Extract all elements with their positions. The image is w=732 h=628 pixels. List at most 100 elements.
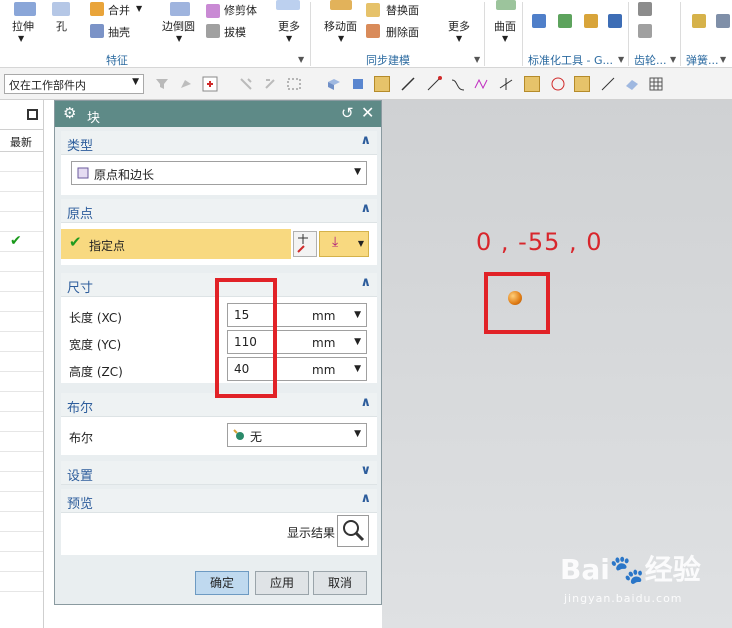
more-sync-dropdown-icon[interactable]: ▼ [456, 34, 462, 43]
existing-point-icon[interactable] [574, 76, 590, 92]
std-part-a-icon[interactable] [532, 14, 546, 28]
more-feature-button[interactable]: 更多 [278, 18, 300, 34]
navigator-row[interactable] [0, 252, 43, 272]
ok-button[interactable]: 确定 [195, 571, 249, 595]
navigator-row[interactable] [0, 532, 43, 552]
chevron-up-icon[interactable]: ∧ [360, 491, 371, 506]
std-part-c-icon[interactable] [584, 14, 598, 28]
filter-icon[interactable] [154, 76, 170, 92]
view-b-icon[interactable] [350, 76, 366, 92]
snap-point-icon[interactable] [202, 76, 218, 92]
hole-button[interactable]: 孔 [56, 18, 67, 34]
navigator-row[interactable] [0, 412, 43, 432]
shell-button[interactable]: 抽壳 [108, 24, 130, 40]
chevron-up-icon[interactable]: ∧ [360, 395, 371, 410]
show-result-button[interactable] [337, 515, 369, 547]
edge-blend-button[interactable]: 边倒圆 [162, 18, 195, 34]
arc-center-icon[interactable] [524, 76, 540, 92]
inferred-point-dropdown[interactable]: ⤓ ▼ [319, 231, 369, 257]
origin-point-marker[interactable] [508, 291, 522, 305]
curve-icon[interactable] [450, 76, 466, 92]
dialog-title-bar[interactable]: ⚙ 块 ↺ ✕ [55, 101, 381, 127]
surface-button[interactable]: 曲面 [494, 18, 516, 34]
gear-tool-icon[interactable] [638, 2, 652, 16]
point-dialog-button[interactable] [293, 231, 317, 257]
reset-icon[interactable]: ↺ [341, 104, 354, 122]
apply-button[interactable]: 应用 [255, 571, 309, 595]
chevron-down-icon[interactable]: ▼ [354, 364, 361, 374]
grid-icon[interactable] [648, 76, 664, 92]
maximize-icon[interactable] [27, 109, 38, 120]
cancel-button[interactable]: 取消 [313, 571, 367, 595]
extrude-button[interactable]: 拉伸 [12, 18, 34, 34]
move-face-button[interactable]: 移动面 [324, 18, 357, 34]
navigator-row[interactable] [0, 292, 43, 312]
navigator-row[interactable] [0, 192, 43, 212]
edge-blend-dropdown-icon[interactable]: ▼ [176, 34, 182, 43]
draft-button[interactable]: 拔模 [224, 24, 246, 40]
point-on-curve-icon[interactable] [600, 76, 616, 92]
close-icon[interactable]: ✕ [361, 103, 374, 122]
spring-tool-icon[interactable] [692, 14, 706, 28]
navigator-row[interactable] [0, 452, 43, 472]
navigator-row[interactable] [0, 352, 43, 372]
type-section-header[interactable]: 类型 ∧ [61, 131, 377, 155]
navigator-row[interactable] [0, 372, 43, 392]
navigator-row[interactable] [0, 472, 43, 492]
navigator-row[interactable] [0, 432, 43, 452]
navigator-row[interactable] [0, 492, 43, 512]
navigator-row[interactable] [0, 572, 43, 592]
view-a-icon[interactable] [326, 76, 342, 92]
chevron-up-icon[interactable]: ∧ [360, 133, 371, 148]
std-part-b-icon[interactable] [558, 14, 572, 28]
move-face-dropdown-icon[interactable]: ▼ [338, 34, 344, 43]
delete-face-button[interactable]: 删除面 [386, 24, 419, 40]
replace-face-button[interactable]: 替换面 [386, 2, 419, 18]
snap-c-icon[interactable] [262, 76, 278, 92]
trim-body-button[interactable]: 修剪体 [224, 2, 257, 18]
settings-section-header[interactable]: 设置 ∨ [61, 461, 377, 485]
navigator-row[interactable]: ✔ [0, 232, 43, 252]
spline-icon[interactable] [474, 76, 490, 92]
intersection-icon[interactable] [498, 76, 514, 92]
graphics-window[interactable]: 0 , -55 , 0 Bai🐾经验 jingyan.baidu.com [382, 100, 732, 628]
group-gear-expand-icon[interactable]: ▼ [670, 55, 676, 64]
chevron-down-icon[interactable]: ∨ [360, 463, 371, 478]
type-dropdown[interactable]: 原点和边长 ▼ [71, 161, 367, 185]
filter-b-icon[interactable] [178, 76, 194, 92]
spring-tool-b-icon[interactable] [716, 14, 730, 28]
navigator-row[interactable] [0, 312, 43, 332]
gear-tool-b-icon[interactable] [638, 24, 652, 38]
unite-dropdown-icon[interactable]: ▼ [136, 4, 142, 13]
line-icon[interactable] [400, 76, 416, 92]
navigator-row[interactable] [0, 152, 43, 172]
surface-dropdown-icon[interactable]: ▼ [502, 34, 508, 43]
quadrant-icon[interactable] [550, 76, 566, 92]
chevron-up-icon[interactable]: ∧ [360, 275, 371, 290]
boolean-dropdown[interactable]: 无 ▼ [227, 423, 367, 447]
more-sync-button[interactable]: 更多 [448, 18, 470, 34]
chevron-down-icon[interactable]: ▼ [354, 337, 361, 347]
unite-button[interactable]: 合并 [108, 2, 130, 18]
specify-point-row[interactable]: ✔ 指定点 [61, 229, 291, 259]
origin-section-header[interactable]: 原点 ∧ [61, 199, 377, 223]
preview-section-header[interactable]: 预览 ∧ [61, 489, 377, 513]
navigator-row[interactable] [0, 392, 43, 412]
group-feature-expand-icon[interactable]: ▼ [298, 55, 304, 64]
selection-scope-dropdown[interactable]: 仅在工作部件内 ▼ [4, 74, 144, 94]
snap-b-icon[interactable] [238, 76, 254, 92]
navigator-row[interactable] [0, 272, 43, 292]
chevron-up-icon[interactable]: ∧ [360, 201, 371, 216]
group-std-expand-icon[interactable]: ▼ [618, 55, 624, 64]
snap-grid-icon[interactable] [374, 76, 390, 92]
navigator-row[interactable] [0, 172, 43, 192]
navigator-row[interactable] [0, 552, 43, 572]
box-select-icon[interactable] [286, 76, 302, 92]
chevron-down-icon[interactable]: ▼ [354, 310, 361, 320]
navigator-row[interactable] [0, 212, 43, 232]
group-sync-expand-icon[interactable]: ▼ [474, 55, 480, 64]
navigator-row[interactable] [0, 512, 43, 532]
more-feature-dropdown-icon[interactable]: ▼ [286, 34, 292, 43]
group-spring-expand-icon[interactable]: ▼ [720, 55, 726, 64]
end-point-icon[interactable] [426, 76, 442, 92]
